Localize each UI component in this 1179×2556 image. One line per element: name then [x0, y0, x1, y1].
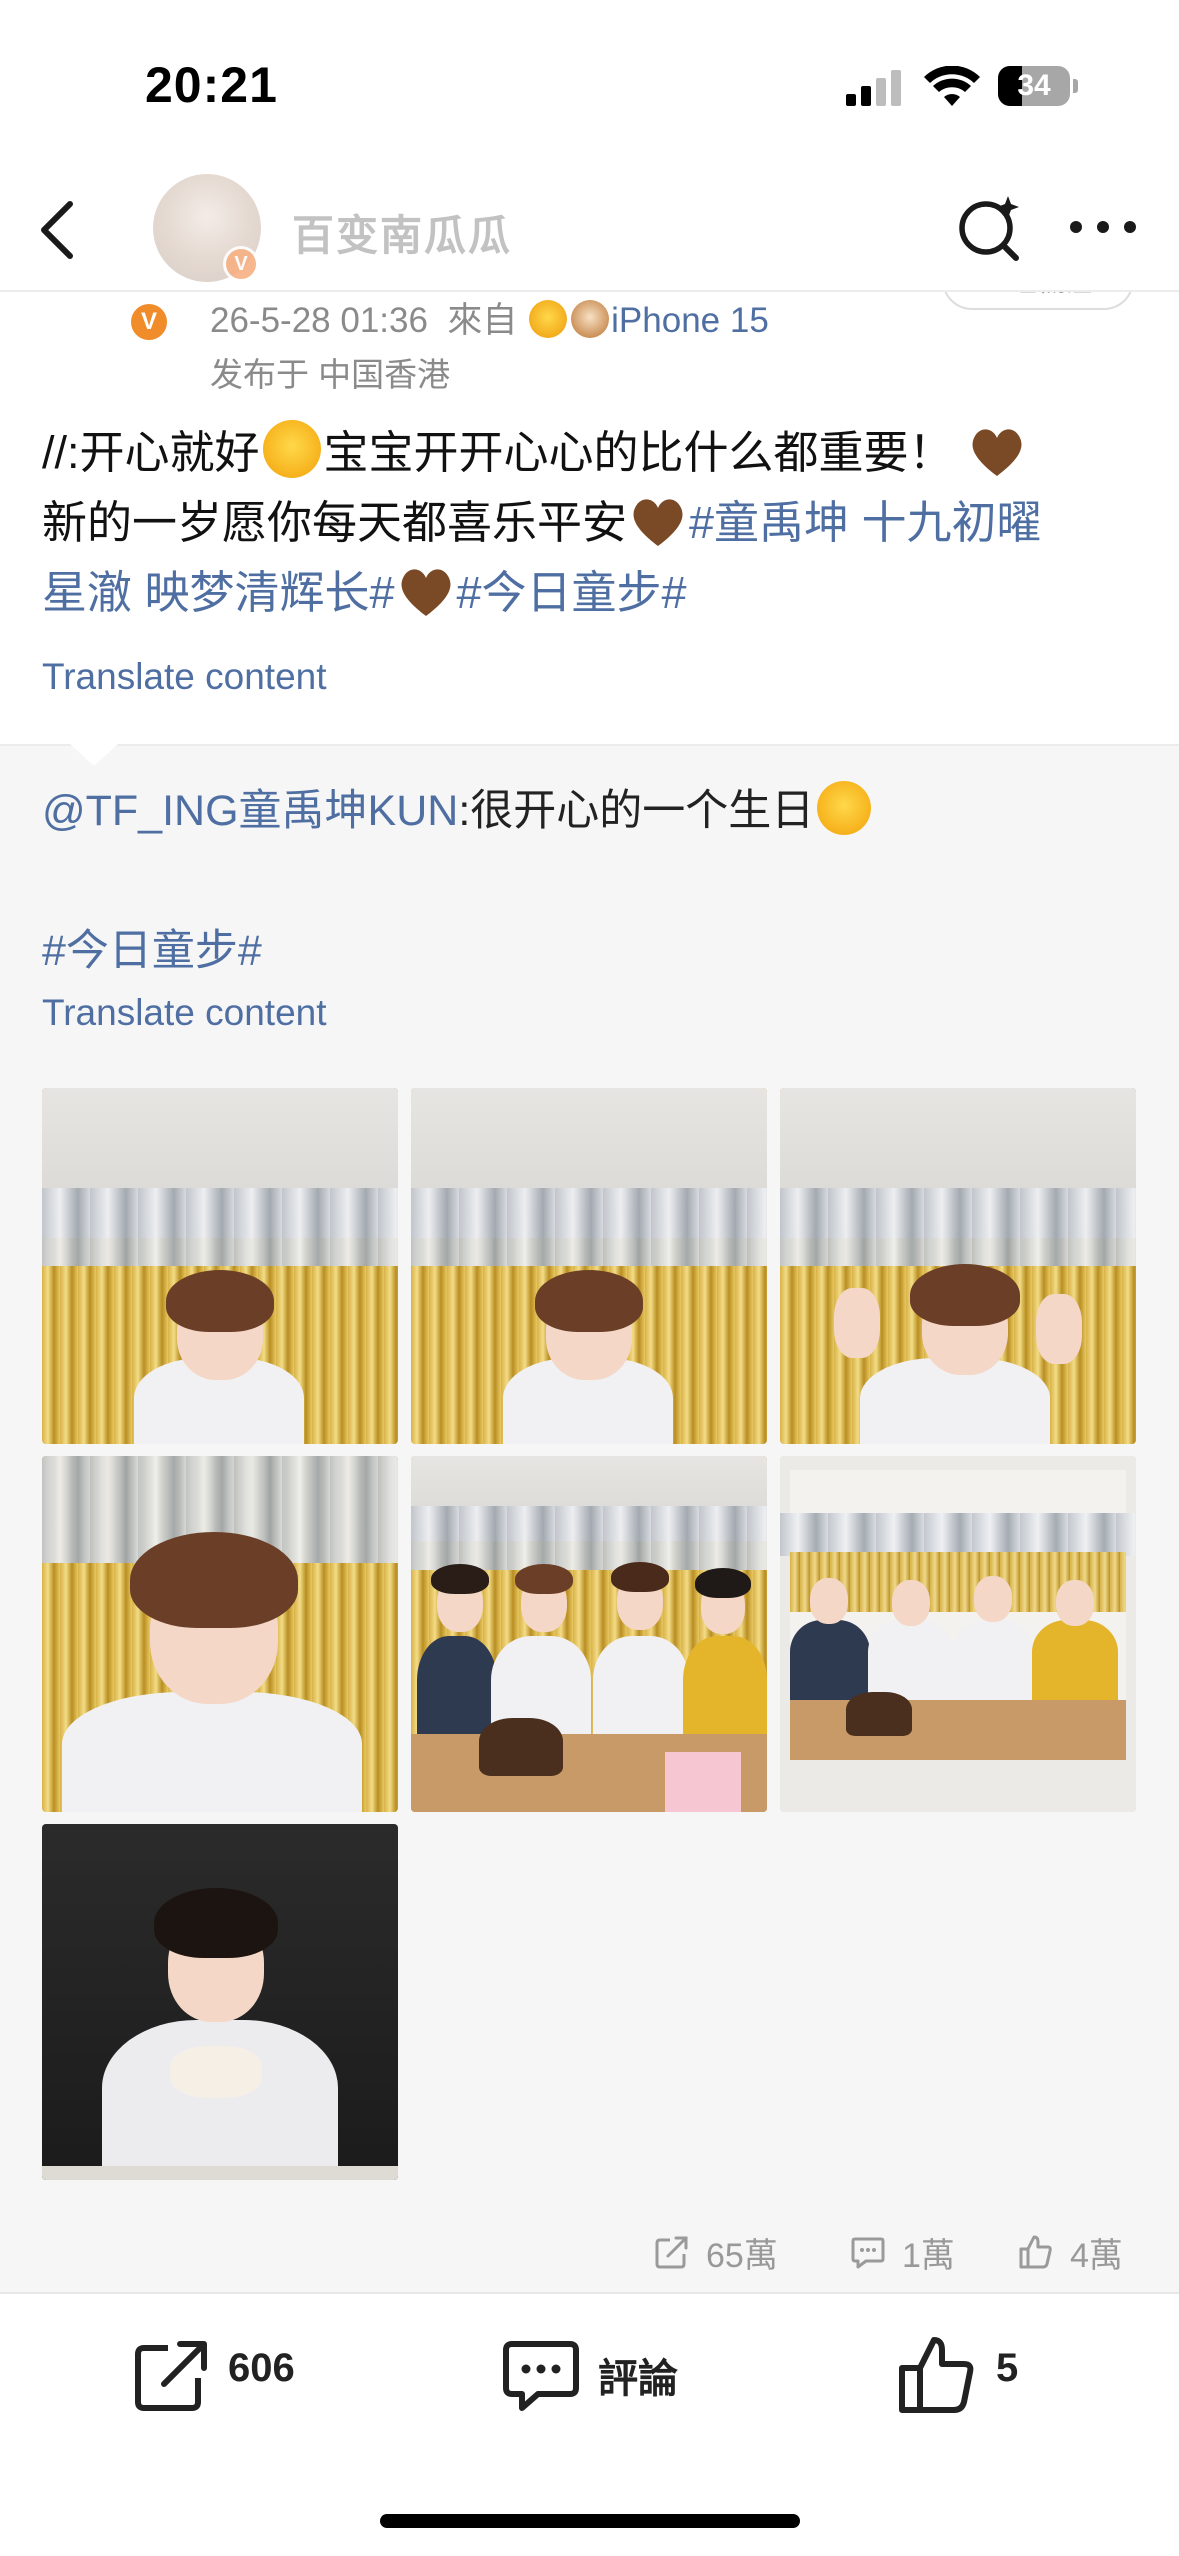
repost-image-6[interactable] — [780, 1456, 1136, 1812]
share-icon[interactable] — [130, 2334, 212, 2416]
repost-image-7[interactable] — [42, 1824, 398, 2180]
back-icon[interactable] — [30, 198, 90, 262]
status-time: 20:21 — [145, 57, 278, 113]
smiling-hearts-emoji-icon — [262, 420, 321, 478]
verified-badge: V — [127, 300, 171, 344]
post-meta: 26-5-28 01:36 來自 iPhone 15 — [210, 292, 769, 343]
more-icon[interactable] — [1068, 214, 1138, 240]
repost-comment-count[interactable]: 1萬 — [902, 2228, 955, 2277]
post-device[interactable]: iPhone 15 — [611, 301, 769, 340]
hashtag-birthday-cont[interactable]: 星澈 映梦清辉长# — [42, 567, 395, 618]
wifi-icon — [924, 66, 980, 106]
hashtag-today[interactable]: #今日童步# — [457, 567, 687, 618]
post-source-label: 來自 — [447, 301, 518, 340]
hashtag-birthday[interactable]: #童禹坤 十九初曜 — [689, 497, 1042, 548]
post-body: //:开心就好 宝宝开开心心的比什么都重要！ 新的一岁愿你每天都喜乐平安 #童禹坤 … — [42, 418, 1142, 628]
repost-notch — [70, 744, 118, 766]
brown-heart-emoji-icon — [633, 499, 683, 546]
brown-heart-emoji-icon — [972, 429, 1022, 476]
post-time: 26-5-28 01:36 — [210, 301, 428, 340]
nav-bar: V 百变南瓜瓜 — [0, 170, 1179, 292]
translate-repost-link[interactable]: Translate content — [42, 992, 327, 1034]
comment-label[interactable]: 評論 — [598, 2346, 678, 2404]
repost-user[interactable]: @TF_ING童禹坤KUN — [42, 787, 458, 835]
home-indicator[interactable] — [380, 2514, 800, 2528]
share-count[interactable]: 606 — [228, 2346, 295, 2391]
repost-hashtag[interactable]: #今日童步# — [42, 916, 262, 978]
nav-verified-badge: V — [223, 246, 259, 282]
repost-comment-icon[interactable] — [850, 2234, 886, 2270]
repost-share-count[interactable]: 65萬 — [706, 2228, 778, 2277]
brown-heart-emoji-icon — [401, 569, 451, 616]
post-text-prefix: //:开心就好 — [42, 427, 260, 478]
battery-icon: 34 — [998, 66, 1078, 106]
repost-like-count[interactable]: 4萬 — [1070, 2228, 1123, 2277]
comment-icon[interactable] — [500, 2334, 582, 2416]
like-count[interactable]: 5 — [996, 2346, 1018, 2391]
repost-share-icon[interactable] — [654, 2234, 690, 2270]
repost-image-2[interactable] — [411, 1088, 767, 1444]
repost-like-icon[interactable] — [1018, 2234, 1054, 2270]
repost-image-3[interactable] — [780, 1088, 1136, 1444]
cat-emoji-icon — [529, 300, 568, 338]
post-text-mid: 宝宝开开心心的比什么都重要！ — [323, 427, 954, 478]
nav-title[interactable]: 百变南瓜瓜 — [292, 202, 512, 263]
battery-level: 34 — [1017, 69, 1051, 102]
like-icon[interactable] — [896, 2334, 978, 2416]
repost-image-4[interactable] — [42, 1456, 398, 1812]
repost-image-5[interactable] — [411, 1456, 767, 1812]
post-location: 发布于 中国香港 — [210, 356, 451, 393]
translate-post-link[interactable]: Translate content — [42, 656, 327, 698]
search-icon[interactable] — [956, 192, 1026, 262]
post-text-line2: 新的一岁愿你每天都喜乐平安 — [42, 497, 628, 548]
signal-icon — [846, 70, 901, 106]
dog-emoji-icon — [571, 300, 610, 338]
repost-text: @TF_ING童禹坤KUN:很开心的一个生日 — [42, 776, 874, 838]
peeking-face-emoji-icon — [817, 781, 872, 835]
repost-image-1[interactable] — [42, 1088, 398, 1444]
repost-text-body: :很开心的一个生日 — [458, 787, 815, 835]
status-bar: 20:21 34 — [0, 0, 1179, 170]
